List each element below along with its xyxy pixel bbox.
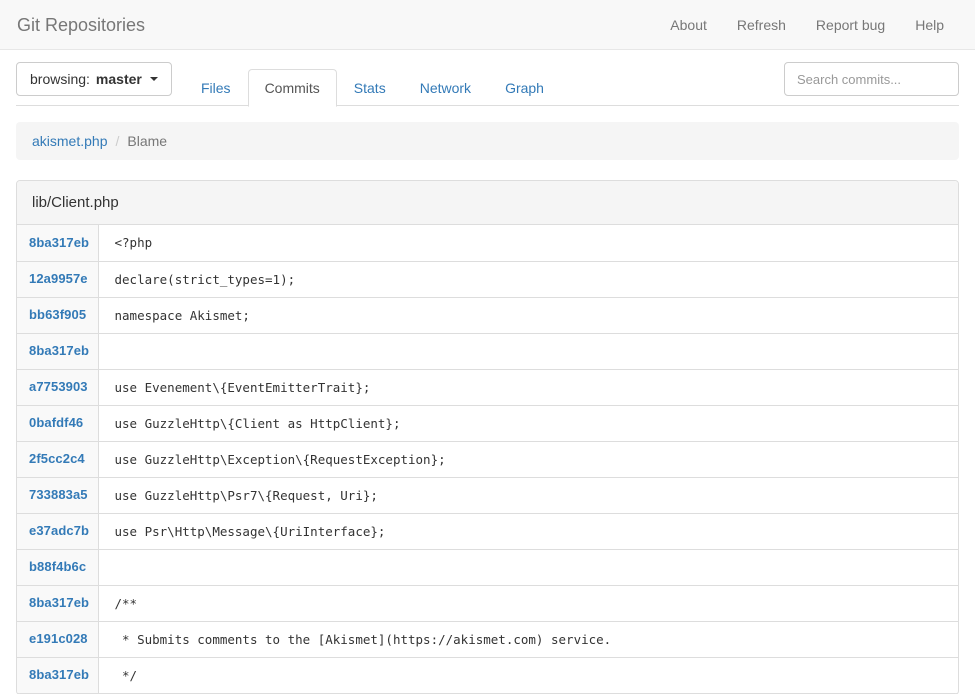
nav-link-about[interactable]: About xyxy=(655,17,722,33)
commit-hash-link[interactable]: bb63f905 xyxy=(29,307,86,322)
commit-hash-link[interactable]: 0bafdf46 xyxy=(29,415,83,430)
code-line-cell: <?php xyxy=(98,225,958,261)
tab-files[interactable]: Files xyxy=(184,69,248,107)
code-line-cell: /** xyxy=(98,585,958,621)
repo-tabs: Files Commits Stats Network Graph xyxy=(184,68,561,106)
code-line-cell: * Submits comments to the [Akismet](http… xyxy=(98,621,958,657)
table-row: 2f5cc2c4 use GuzzleHttp\Exception\{Reques… xyxy=(17,441,958,477)
commit-hash-link[interactable]: 8ba317eb xyxy=(29,667,89,682)
branch-prefix-label: browsing: xyxy=(30,71,90,87)
commit-hash-link[interactable]: b88f4b6c xyxy=(29,559,86,574)
breadcrumb: akismet.php / Blame xyxy=(16,122,959,160)
commit-hash-link[interactable]: 733883a5 xyxy=(29,487,88,502)
code-line-cell: use GuzzleHttp\Psr7\{Request, Uri}; xyxy=(98,477,958,513)
table-row: 8ba317eb <?php xyxy=(17,225,958,261)
table-row: b88f4b6c xyxy=(17,549,958,585)
commit-hash-cell: bb63f905 xyxy=(17,297,98,333)
table-row: 12a9957e declare(strict_types=1); xyxy=(17,261,958,297)
branch-selector-button[interactable]: browsing: master xyxy=(16,62,172,96)
commit-hash-cell: 8ba317eb xyxy=(17,585,98,621)
table-row: 8ba317eb /** xyxy=(17,585,958,621)
commit-hash-link[interactable]: e191c028 xyxy=(29,631,88,646)
table-row: e37adc7b use Psr\Http\Message\{UriInterfa… xyxy=(17,513,958,549)
nav-link-help[interactable]: Help xyxy=(900,17,959,33)
blame-table: 8ba317eb <?php 12a9957e declare(strict_type… xyxy=(17,225,958,694)
commit-hash-link[interactable]: e37adc7b xyxy=(29,523,89,538)
chevron-down-icon xyxy=(150,77,158,81)
top-navbar: Git Repositories About Refresh Report bu… xyxy=(0,0,975,50)
breadcrumb-separator: / xyxy=(107,133,127,149)
table-row: a7753903 use Evenement\{EventEmitterTrait… xyxy=(17,369,958,405)
nav-link-report-bug[interactable]: Report bug xyxy=(801,17,900,33)
code-line-cell: use GuzzleHttp\{Client as HttpClient}; xyxy=(98,405,958,441)
commit-hash-link[interactable]: 8ba317eb xyxy=(29,235,89,250)
code-line-cell: namespace Akismet; xyxy=(98,297,958,333)
code-line-cell: use GuzzleHttp\Exception\{RequestExcepti… xyxy=(98,441,958,477)
breadcrumb-current: Blame xyxy=(127,133,167,149)
toolbar: browsing: master Files Commits Stats Net… xyxy=(0,50,975,106)
commit-hash-cell: b88f4b6c xyxy=(17,549,98,585)
blame-panel: lib/Client.php 8ba317eb <?php 12a9957e decl… xyxy=(16,180,959,694)
search-commits-input[interactable] xyxy=(784,62,959,96)
commit-hash-link[interactable]: 12a9957e xyxy=(29,271,88,286)
code-line-cell xyxy=(98,549,958,585)
commit-hash-cell: 8ba317eb xyxy=(17,333,98,369)
tab-network[interactable]: Network xyxy=(403,69,488,107)
commit-hash-cell: a7753903 xyxy=(17,369,98,405)
branch-name-label: master xyxy=(96,71,142,87)
tab-graph[interactable]: Graph xyxy=(488,69,561,107)
table-row: 733883a5 use GuzzleHttp\Psr7\{Request, Ur… xyxy=(17,477,958,513)
commit-hash-link[interactable]: 8ba317eb xyxy=(29,343,89,358)
tab-commits[interactable]: Commits xyxy=(248,69,337,107)
commit-hash-cell: 2f5cc2c4 xyxy=(17,441,98,477)
code-line-cell: use Evenement\{EventEmitterTrait}; xyxy=(98,369,958,405)
table-row: bb63f905 namespace Akismet; xyxy=(17,297,958,333)
nav-link-refresh[interactable]: Refresh xyxy=(722,17,801,33)
table-row: 8ba317eb */ xyxy=(17,657,958,693)
navbar-brand[interactable]: Git Repositories xyxy=(16,16,145,34)
commit-hash-cell: e191c028 xyxy=(17,621,98,657)
commit-hash-cell: 733883a5 xyxy=(17,477,98,513)
commit-hash-link[interactable]: 8ba317eb xyxy=(29,595,89,610)
tab-stats[interactable]: Stats xyxy=(337,69,403,107)
code-line-cell: use Psr\Http\Message\{UriInterface}; xyxy=(98,513,958,549)
commit-hash-link[interactable]: a7753903 xyxy=(29,379,88,394)
breadcrumb-repo-link[interactable]: akismet.php xyxy=(32,133,107,149)
commit-hash-link[interactable]: 2f5cc2c4 xyxy=(29,451,85,466)
table-row: 0bafdf46 use GuzzleHttp\{Client as HttpCl… xyxy=(17,405,958,441)
blame-file-path: lib/Client.php xyxy=(17,181,958,225)
commit-hash-cell: 12a9957e xyxy=(17,261,98,297)
code-line-cell: declare(strict_types=1); xyxy=(98,261,958,297)
commit-hash-cell: e37adc7b xyxy=(17,513,98,549)
blame-table-body: 8ba317eb <?php 12a9957e declare(strict_type… xyxy=(17,225,958,693)
table-row: e191c028 * Submits comments to the [Akis… xyxy=(17,621,958,657)
code-line-cell xyxy=(98,333,958,369)
main-content: akismet.php / Blame lib/Client.php 8ba31… xyxy=(0,122,975,694)
navbar-links: About Refresh Report bug Help xyxy=(655,17,959,33)
table-row: 8ba317eb xyxy=(17,333,958,369)
commit-hash-cell: 8ba317eb xyxy=(17,225,98,261)
code-line-cell: */ xyxy=(98,657,958,693)
commit-hash-cell: 0bafdf46 xyxy=(17,405,98,441)
commit-hash-cell: 8ba317eb xyxy=(17,657,98,693)
